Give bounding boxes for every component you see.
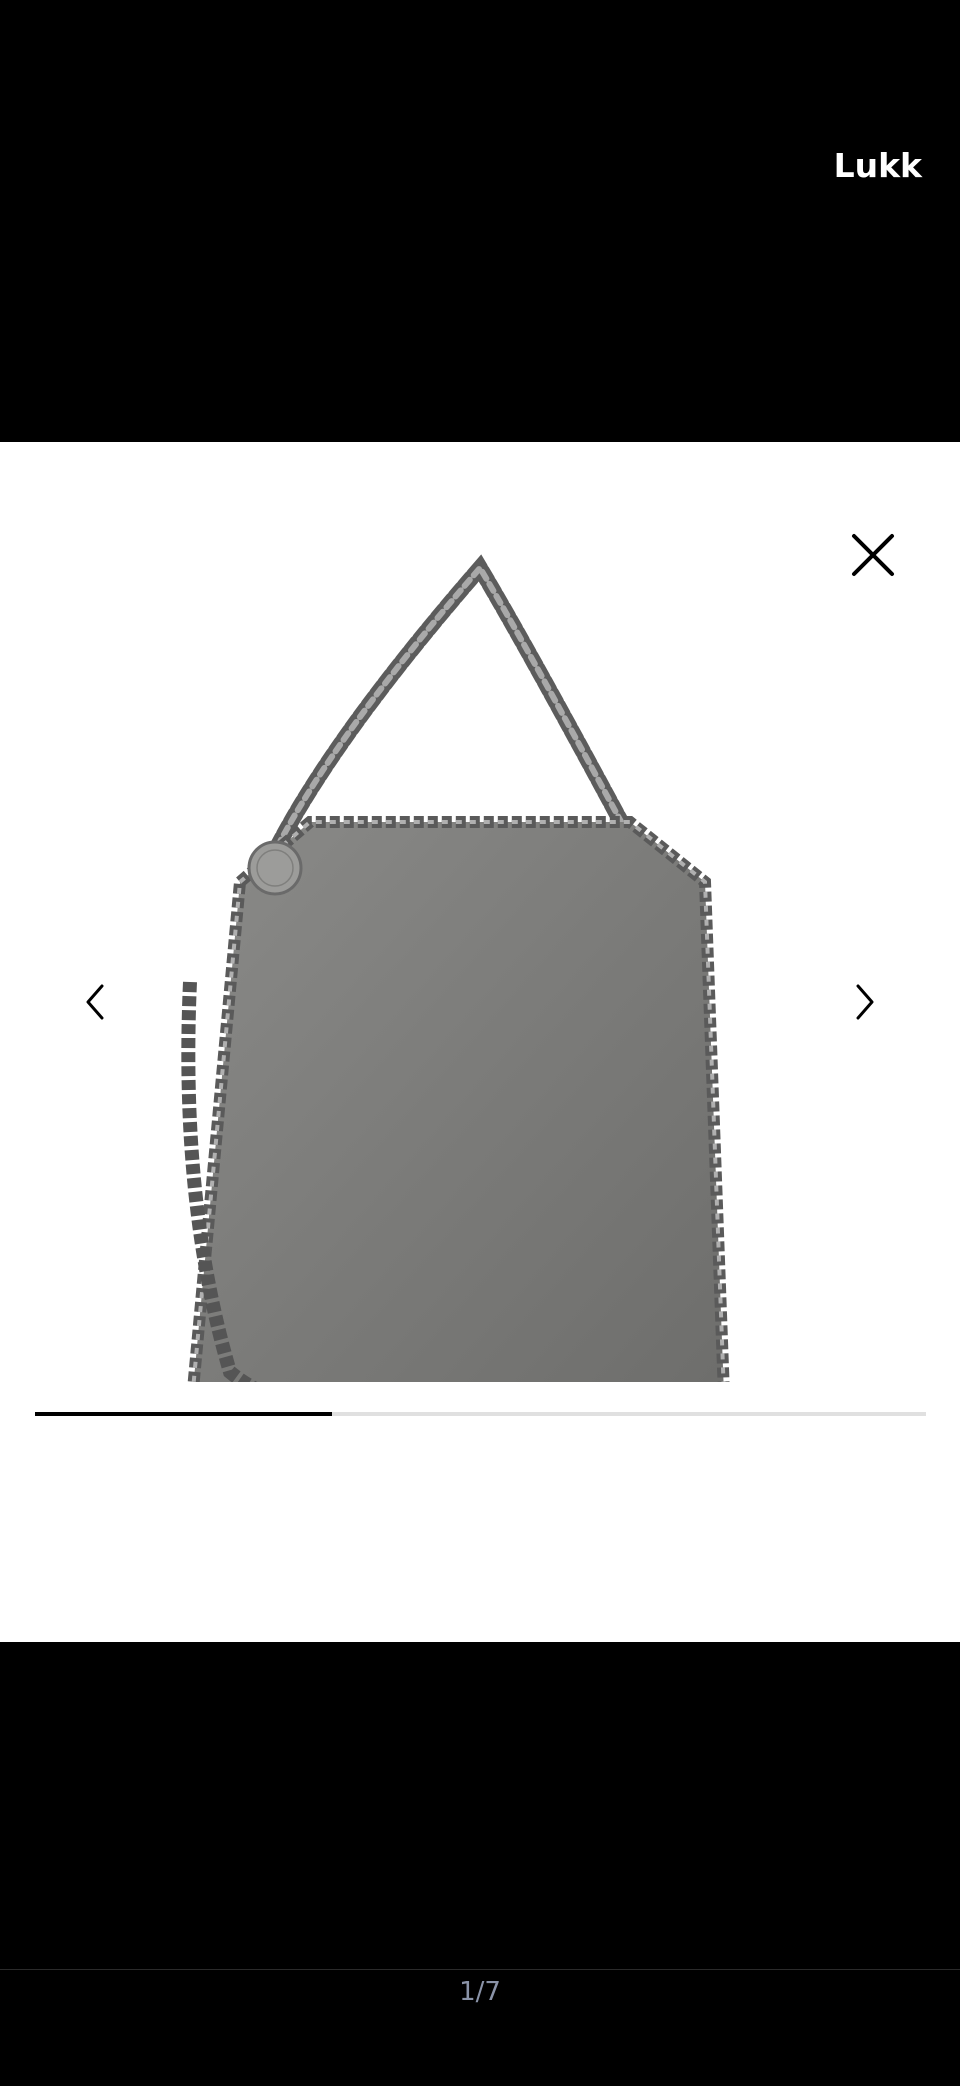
image-counter: 1/7 xyxy=(459,1977,501,2007)
divider xyxy=(0,1969,960,1970)
gallery-progress-bar xyxy=(35,1412,926,1416)
gallery-progress-fill xyxy=(35,1412,332,1416)
chevron-left-icon[interactable] xyxy=(76,972,116,1032)
close-button[interactable]: Lukk xyxy=(834,146,922,185)
close-icon[interactable] xyxy=(848,530,898,580)
product-image xyxy=(181,554,730,1382)
chevron-right-icon[interactable] xyxy=(844,972,884,1032)
bottom-area xyxy=(0,1642,960,2086)
top-bar: Lukk xyxy=(0,0,960,442)
image-viewer[interactable] xyxy=(0,442,960,1642)
